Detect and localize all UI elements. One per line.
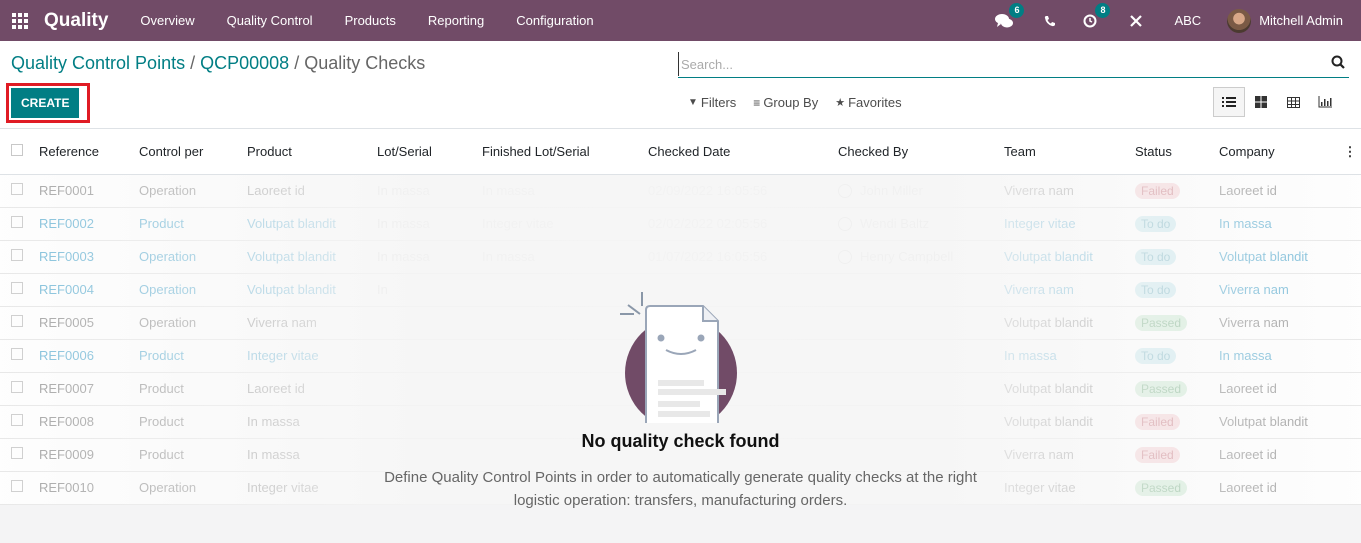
star-icon: ★ — [835, 97, 846, 109]
column-control-per[interactable]: Control per — [139, 130, 247, 175]
filters-label: Filters — [700, 95, 737, 110]
activities-button[interactable]: 8 — [1080, 2, 1111, 31]
column-checked-date[interactable]: Checked Date — [648, 130, 838, 175]
create-button[interactable]: CREATE — [11, 88, 80, 118]
phone-button[interactable] — [1040, 11, 1060, 31]
search-options: ▼ Filters ≡ Group By ★ Favorites — [688, 95, 919, 110]
optional-columns-icon[interactable]: ⋮ — [1339, 130, 1361, 175]
column-company[interactable]: Company — [1219, 130, 1339, 175]
tools-icon — [1130, 14, 1143, 27]
breadcrumb-separator: / — [294, 53, 305, 73]
breadcrumb-separator: / — [190, 53, 201, 73]
user-menu[interactable]: Mitchell Admin — [1259, 13, 1343, 28]
table-header-row: Reference Control per Product Lot/Serial… — [0, 130, 1361, 175]
favorites-button[interactable]: ★ Favorites — [835, 95, 901, 110]
create-highlight: CREATE — [6, 83, 91, 123]
table-icon — [1286, 96, 1300, 108]
column-product[interactable]: Product — [247, 130, 377, 175]
group-by-label: Group By — [763, 95, 819, 110]
view-switcher — [1213, 87, 1341, 117]
menu-reporting[interactable]: Reporting — [412, 13, 500, 28]
filters-button[interactable]: ▼ Filters — [688, 95, 736, 110]
column-checked-by[interactable]: Checked By — [838, 130, 1004, 175]
app-name[interactable]: Quality — [44, 10, 108, 32]
kanban-view-button[interactable] — [1245, 87, 1277, 117]
search-bar — [678, 52, 1349, 78]
empty-state-title: No quality check found — [581, 431, 780, 451]
empty-state-line-1: Define Quality Control Points in order t… — [384, 469, 977, 486]
menu-configuration[interactable]: Configuration — [500, 13, 609, 28]
filter-icon: ▼ — [688, 97, 698, 108]
debug-tools-button[interactable] — [1126, 11, 1146, 31]
menu-overview[interactable]: Overview — [124, 13, 210, 28]
empty-state-helper: No quality check found Define Quality Co… — [0, 288, 1361, 512]
messages-badge: 6 — [1009, 2, 1025, 18]
menu-products[interactable]: Products — [329, 13, 412, 28]
group-by-button[interactable]: ≡ Group By — [753, 95, 818, 110]
column-finished-lot-serial[interactable]: Finished Lot/Serial — [482, 130, 648, 175]
breadcrumb: Quality Control Points / QCP00008 / Qual… — [11, 53, 425, 74]
empty-state-description: Define Quality Control Points in order t… — [0, 466, 1361, 512]
pivot-view-button[interactable] — [1277, 87, 1309, 117]
clock-icon — [1083, 14, 1097, 27]
column-reference[interactable]: Reference — [39, 130, 139, 175]
column-status[interactable]: Status — [1135, 130, 1219, 175]
list-icon — [1222, 97, 1236, 107]
menu-quality-control[interactable]: Quality Control — [211, 13, 329, 28]
column-lot-serial[interactable]: Lot/Serial — [377, 130, 482, 175]
empty-state-line-2: logistic operation: transfers, manufactu… — [513, 492, 848, 509]
column-team[interactable]: Team — [1004, 130, 1135, 175]
kanban-icon — [1255, 96, 1267, 108]
search-icon[interactable] — [1331, 55, 1345, 69]
top-navbar: Quality Overview Quality Control Product… — [0, 0, 1361, 41]
breadcrumb-qcp[interactable]: QCP00008 — [200, 53, 289, 73]
messages-button[interactable]: 6 — [994, 2, 1025, 31]
phone-icon — [1045, 15, 1056, 26]
favorites-label: Favorites — [848, 95, 902, 110]
apps-menu-icon[interactable] — [12, 12, 28, 29]
user-avatar[interactable] — [1227, 8, 1252, 33]
bars-icon: ≡ — [753, 95, 761, 110]
control-panel: Quality Control Points / QCP00008 / Qual… — [0, 41, 1361, 129]
graph-view-button[interactable] — [1309, 87, 1341, 117]
smiling-document-icon — [619, 292, 737, 423]
activities-badge: 8 — [1095, 2, 1111, 18]
breadcrumb-quality-control-points[interactable]: Quality Control Points — [11, 53, 185, 73]
company-switcher[interactable]: ABC — [1174, 13, 1201, 28]
bar-chart-icon — [1318, 96, 1332, 108]
select-all-checkbox[interactable] — [11, 144, 23, 157]
search-input[interactable] — [678, 52, 1318, 76]
list-view-button[interactable] — [1213, 87, 1245, 117]
breadcrumb-current: Quality Checks — [304, 53, 426, 73]
